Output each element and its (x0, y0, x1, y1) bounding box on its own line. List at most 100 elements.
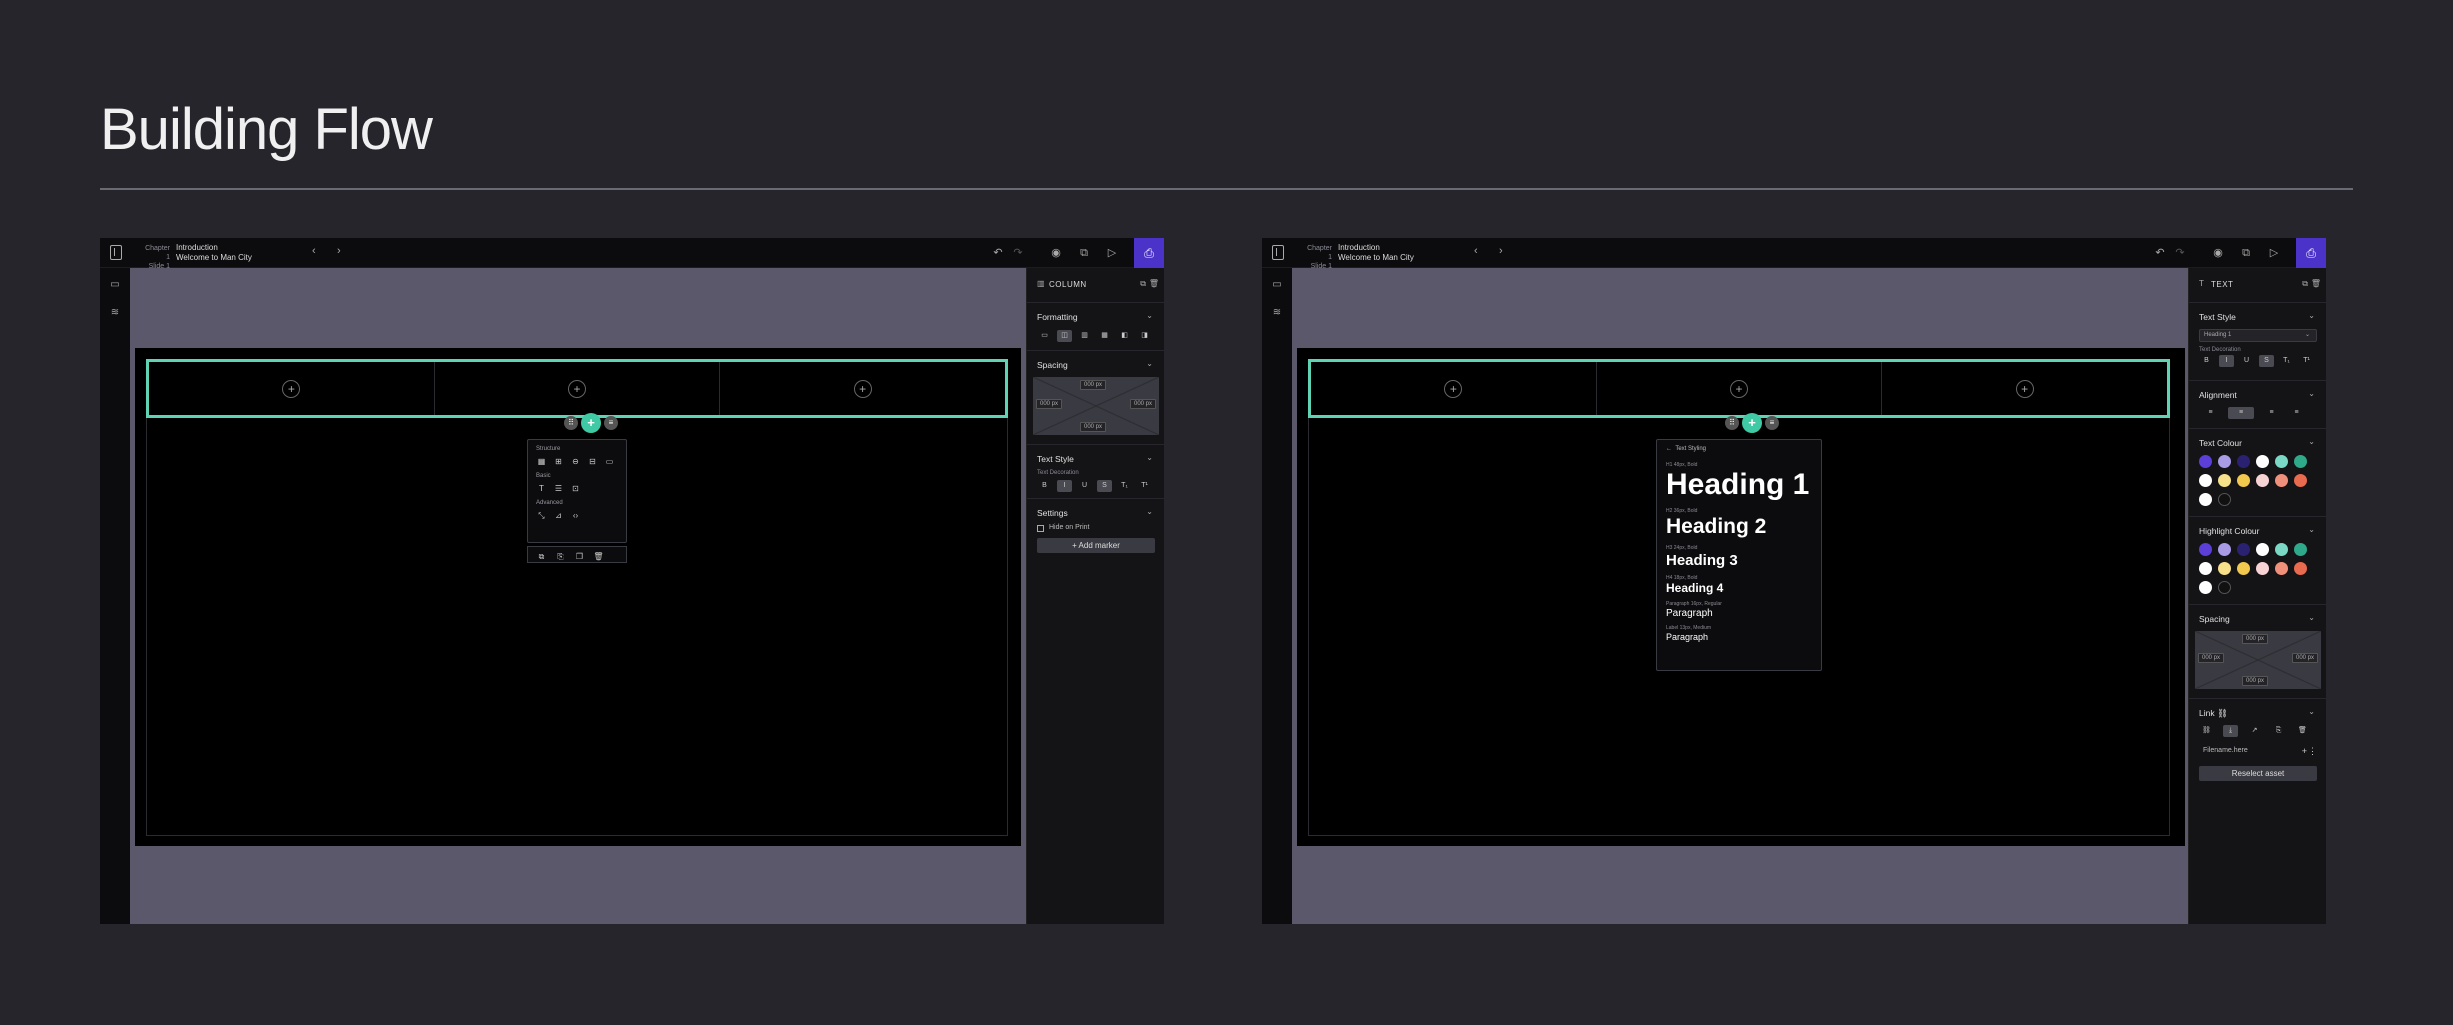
delete-icon[interactable]: 🗑 (593, 551, 604, 562)
color-swatch[interactable] (2275, 562, 2288, 575)
prev-slide-icon[interactable]: ‹ (312, 245, 316, 257)
delete-icon[interactable]: 🗑 (2311, 279, 2321, 288)
color-swatch[interactable] (2218, 474, 2231, 487)
preview-icon[interactable]: ◉ (2210, 245, 2226, 261)
spacing-left-input[interactable]: 000 px (2198, 653, 2225, 663)
color-swatch[interactable] (2199, 493, 2212, 506)
strikethrough-button[interactable]: S (2259, 355, 2274, 367)
strikethrough-button[interactable]: S (1097, 480, 1112, 492)
link-delete-button[interactable]: 🗑 (2295, 725, 2310, 737)
chevron-down-icon[interactable]: ⌄ (1146, 311, 1153, 320)
add-row-button[interactable]: + (581, 413, 601, 433)
text-style-select[interactable]: Heading 1 ⌄ (2199, 329, 2317, 342)
next-slide-icon[interactable]: › (1499, 245, 1503, 257)
undo-icon[interactable]: ↶ (2152, 245, 2168, 261)
paste-icon[interactable]: ⎘ (555, 551, 566, 562)
layout-left-button[interactable]: ◧ (1117, 330, 1132, 342)
color-swatch[interactable] (2294, 474, 2307, 487)
color-swatch[interactable] (2275, 474, 2288, 487)
play-icon[interactable]: ▷ (1104, 245, 1120, 261)
superscript-button[interactable]: T¹ (2299, 355, 2314, 367)
divider-icon[interactable]: ⊖ (570, 456, 581, 467)
chevron-down-icon[interactable]: ⌄ (2308, 437, 2315, 446)
reselect-asset-button[interactable]: Reselect asset (2199, 766, 2317, 781)
chevron-down-icon[interactable]: ⌄ (2308, 311, 2315, 320)
color-swatch[interactable] (2294, 543, 2307, 556)
spacing-right-input[interactable]: 000 px (1129, 399, 1156, 409)
folder-icon[interactable]: ▭ (604, 456, 615, 467)
align-left-button[interactable]: ≡ (2203, 407, 2218, 419)
spacing-right-input[interactable]: 000 px (2291, 653, 2318, 663)
bold-button[interactable]: B (1037, 480, 1052, 492)
prev-slide-icon[interactable]: ‹ (1474, 245, 1478, 257)
next-slide-icon[interactable]: › (337, 245, 341, 257)
subscript-button[interactable]: T₁ (2279, 355, 2294, 367)
redo-icon[interactable]: ↷ (2172, 245, 2188, 261)
color-swatch[interactable] (2218, 455, 2231, 468)
copy-icon[interactable]: ⧉ (536, 551, 547, 562)
color-swatch[interactable] (2218, 581, 2231, 594)
label-option[interactable]: Paragraph (1666, 631, 1821, 643)
chevron-down-icon[interactable]: ⌄ (2308, 389, 2315, 398)
color-swatch[interactable] (2199, 543, 2212, 556)
list-icon[interactable]: ☰ (553, 483, 564, 494)
spacing-left-input[interactable]: 000 px (1036, 399, 1063, 409)
layers-icon[interactable]: ≋ (108, 306, 122, 320)
chevron-down-icon[interactable]: ⌄ (2308, 613, 2315, 622)
redo-icon[interactable]: ↷ (1010, 245, 1026, 261)
superscript-button[interactable]: T¹ (1137, 480, 1152, 492)
column-row[interactable]: + + + (146, 359, 1008, 418)
add-block-button[interactable]: + (1730, 379, 1748, 398)
heading-3-option[interactable]: Heading 3 (1666, 551, 1821, 570)
add-block-button[interactable]: + (568, 379, 586, 398)
italic-button[interactable]: I (2219, 355, 2234, 367)
drag-handle-icon[interactable]: ⠿ (1725, 416, 1739, 430)
color-swatch[interactable] (2256, 562, 2269, 575)
row-menu-icon[interactable]: ≡ (1765, 416, 1779, 430)
color-swatch[interactable] (2275, 543, 2288, 556)
color-swatch[interactable] (2199, 562, 2212, 575)
heading-1-option[interactable]: Heading 1 (1666, 468, 1821, 502)
column[interactable]: + (149, 362, 435, 415)
column-row[interactable]: + + + (1308, 359, 2170, 418)
paragraph-option[interactable]: Paragraph (1666, 607, 1821, 620)
color-swatch[interactable] (2256, 455, 2269, 468)
more-icon[interactable]: ⋮ (2308, 746, 2317, 757)
add-block-button[interactable]: + (282, 379, 301, 398)
color-swatch[interactable] (2237, 543, 2250, 556)
image-icon[interactable]: ⊡ (570, 483, 581, 494)
layout-right-button[interactable]: ◨ (1137, 330, 1152, 342)
column[interactable]: + (1311, 362, 1597, 415)
add-block-button[interactable]: + (2015, 379, 2034, 398)
color-swatch[interactable] (2218, 562, 2231, 575)
column[interactable]: + (1597, 362, 1883, 415)
chevron-down-icon[interactable]: ⌄ (2308, 707, 2315, 716)
color-swatch[interactable] (2199, 455, 2212, 468)
align-justify-button[interactable]: ≡ (2289, 407, 2304, 419)
layout-3-col-button[interactable]: ▥ (1077, 330, 1092, 342)
copy-icon[interactable]: ⧉ (2302, 279, 2308, 289)
add-block-button[interactable]: + (853, 379, 872, 398)
spacing-top-input[interactable]: 000 px (1080, 380, 1107, 390)
add-icon[interactable]: + (2302, 746, 2307, 756)
color-swatch[interactable] (2275, 455, 2288, 468)
slides-icon[interactable]: ▭ (108, 278, 122, 292)
play-icon[interactable]: ▷ (2266, 245, 2282, 261)
column[interactable]: + (1882, 362, 2167, 415)
save-button[interactable]: ⎙ (1134, 238, 1164, 268)
duplicate-icon[interactable]: ⧉ (2238, 245, 2254, 261)
color-swatch[interactable] (2294, 562, 2307, 575)
duplicate-icon[interactable]: ⧉ (1076, 245, 1092, 261)
layout-1-col-button[interactable]: ▭ (1037, 330, 1052, 342)
color-swatch[interactable] (2237, 474, 2250, 487)
color-swatch[interactable] (2294, 455, 2307, 468)
layout-2-col-button[interactable]: ◫ (1057, 330, 1072, 342)
color-swatch[interactable] (2199, 581, 2212, 594)
link-icon[interactable]: ⤡ (536, 510, 547, 521)
align-right-button[interactable]: ≡ (2264, 407, 2279, 419)
heading-4-option[interactable]: Heading 4 (1666, 581, 1821, 596)
breadcrumb[interactable]: Introduction Welcome to Man City (176, 243, 252, 263)
logo-icon[interactable] (1272, 245, 1284, 260)
chevron-down-icon[interactable]: ⌄ (1146, 507, 1153, 516)
preview-icon[interactable]: ◉ (1048, 245, 1064, 261)
